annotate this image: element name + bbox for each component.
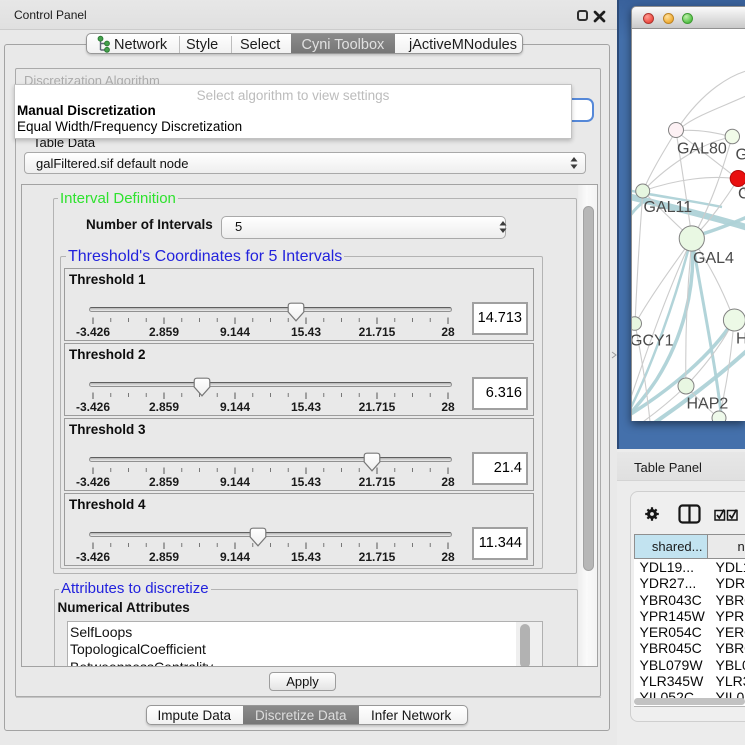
svg-text:GAL80: GAL80 [677, 140, 727, 157]
svg-text:GAL11: GAL11 [644, 199, 693, 216]
svg-text:GAL4: GAL4 [693, 250, 734, 267]
svg-text:CD: CD [738, 185, 745, 202]
svg-text:GA: GA [736, 146, 745, 163]
svg-text:HI: HI [736, 330, 745, 347]
svg-text:GCY1: GCY1 [632, 332, 674, 349]
svg-text:HAP2: HAP2 [687, 395, 729, 412]
